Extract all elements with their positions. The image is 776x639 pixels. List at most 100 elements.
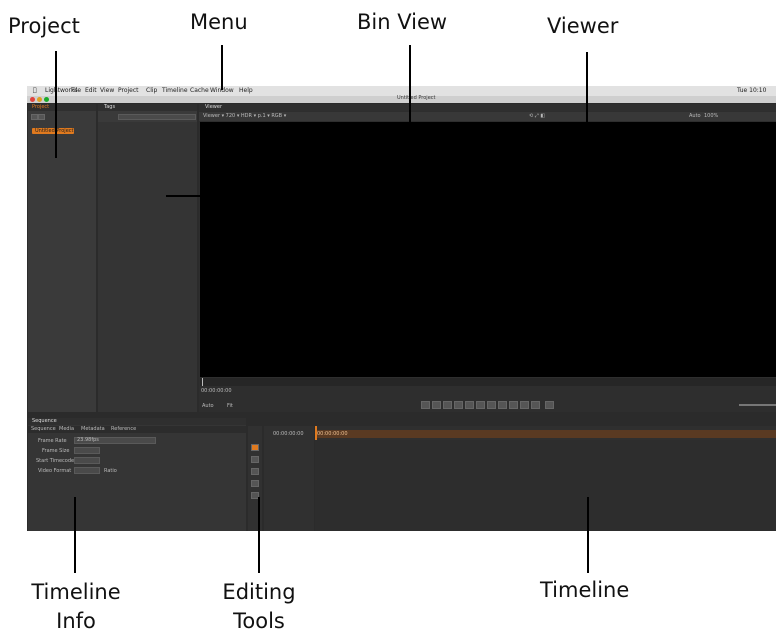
stop-button[interactable] [465,401,474,409]
menu-item-help[interactable]: Help [239,86,253,96]
viewer-bottom-auto[interactable]: Auto [202,403,214,409]
bin-search-input[interactable] [118,114,196,120]
callout-project: Project [8,14,80,38]
viewer-screen[interactable] [200,122,776,377]
menu-item-project[interactable]: Project [118,86,139,96]
leader-timeline-info [74,497,76,573]
project-panel-header: Project [28,104,96,111]
callout-bin-view: Bin View [357,10,448,34]
go-to-end-button[interactable] [509,401,518,409]
video-format-field[interactable] [74,467,100,474]
timeline-timecode: 00:00:00:00 [273,431,304,437]
tool-roll[interactable] [251,468,259,475]
timeline-playhead[interactable] [315,426,317,440]
clock: Tue 10:10 [737,87,767,94]
viewer-zoom-value[interactable]: 100% [704,113,718,119]
viewer-timecode: 00:00:00:00 [201,388,232,394]
field-label-frame-rate: Frame Rate [38,438,67,444]
loop-button[interactable] [545,401,554,409]
transport-controls [421,401,581,409]
viewer-bottom-fit[interactable]: Fit [227,403,233,409]
subtab-sequence[interactable]: Sequence [31,426,56,432]
viewer-zoom[interactable]: Auto [689,113,701,119]
subtab-reference[interactable]: Reference [111,426,136,432]
volume-slider[interactable] [739,404,776,406]
timeline-ruler-start: 00:00:00:00 [317,431,348,437]
menu-item-edit[interactable]: Edit [85,86,97,96]
rewind-button[interactable] [443,401,452,409]
mark-out-button[interactable] [531,401,540,409]
callout-editing-tools: Editing Tools [212,578,306,636]
step-forward-button[interactable] [498,401,507,409]
tool-razor[interactable] [251,456,259,463]
callout-timeline-info-line1: Timeline [31,580,121,604]
video-format-ratio: Ratio [104,468,117,474]
leader-project [55,51,57,158]
frame-rate-field[interactable]: 23.98fps [74,437,156,444]
timeline-panel: 00:00:00:00 [315,426,776,531]
subtab-metadata[interactable]: Metadata [81,426,105,432]
viewer-tools-icons[interactable]: ⟲ ⤢ ◧ [529,113,545,119]
field-label-video-format: Video Format [38,468,72,474]
leader-bin-view-h [166,195,411,197]
viewer-panel: Viewer Viewer ▾ 720 ▾ HDR ▾ p.1 ▾ RGB ▾ … [199,104,776,412]
timeline-track-area[interactable] [315,440,776,531]
viewer-panel-header: Viewer [199,104,776,111]
fast-forward-button[interactable] [487,401,496,409]
close-window-icon[interactable] [30,97,35,102]
bin-panel: Tags [98,104,197,412]
viewer-tab[interactable]: Viewer [205,104,222,111]
callout-timeline-info: Timeline Info [24,578,128,636]
step-back-button[interactable] [432,401,441,409]
menu-item-file[interactable]: File [71,86,81,96]
menu-item-clip[interactable]: Clip [146,86,157,96]
tool-slip[interactable] [251,480,259,487]
tags-tab[interactable]: Tags [104,104,115,111]
sequence-panel-header: Sequence [28,418,246,425]
window-titlebar: Untitled Project [27,95,776,103]
tool-select[interactable] [251,444,259,451]
bin-content-area[interactable] [98,122,197,412]
project-view-button[interactable] [31,114,38,120]
menu-item-timeline[interactable]: Timeline [162,86,188,96]
play-reverse-button[interactable] [454,401,463,409]
timeline-ruler[interactable]: 00:00:00:00 [315,430,776,438]
callout-timeline: Timeline [540,578,630,602]
start-timecode-field[interactable] [74,457,100,464]
play-button[interactable] [476,401,485,409]
sequence-tab[interactable]: Sequence [32,418,57,425]
leader-bin-view-v [409,45,411,197]
field-label-frame-size: Frame Size [42,448,70,454]
viewer-toolbar: Viewer ▾ 720 ▾ HDR ▾ p.1 ▾ RGB ▾ Auto 10… [199,112,776,121]
frame-rate-value: 23.98fps [77,437,99,443]
project-list-button[interactable] [38,114,45,120]
playhead-marker[interactable] [202,378,203,386]
callout-timeline-info-line2: Info [56,609,96,633]
project-item-selected[interactable]: Untitled Project [32,128,74,134]
menu-item-cache[interactable]: Cache [190,86,209,96]
apple-icon[interactable]:  [33,86,37,96]
callout-editing-tools-line1: Editing [222,580,296,604]
track-header-area: 00:00:00:00 [264,426,314,531]
leader-menu [221,45,223,90]
sequence-subtabs: Sequence Media Metadata Reference [28,426,246,433]
mark-in-button[interactable] [520,401,529,409]
callout-editing-tools-line2: Tools [233,609,285,633]
frame-size-field[interactable] [74,447,100,454]
leader-editing-tools [258,497,260,573]
project-tab[interactable]: Project [32,104,49,111]
zoom-window-icon[interactable] [44,97,49,102]
field-label-start-timecode: Start Timecode [36,458,75,464]
menu-item-view[interactable]: View [100,86,114,96]
callout-menu: Menu [190,10,248,34]
viewer-toolbar-left[interactable]: Viewer ▾ 720 ▾ HDR ▾ p.1 ▾ RGB ▾ [203,113,286,119]
leader-viewer [586,52,588,158]
viewer-scrub-bar[interactable] [200,378,776,386]
subtab-media[interactable]: Media [59,426,74,432]
minimize-window-icon[interactable] [37,97,42,102]
project-panel: Project Untitled Project [28,104,96,412]
window-title: Untitled Project [397,95,436,101]
go-to-start-button[interactable] [421,401,430,409]
app-window:  Lightworks File Edit View Project Clip… [27,86,776,531]
sequence-info-panel: Sequence Sequence Media Metadata Referen… [28,418,246,531]
